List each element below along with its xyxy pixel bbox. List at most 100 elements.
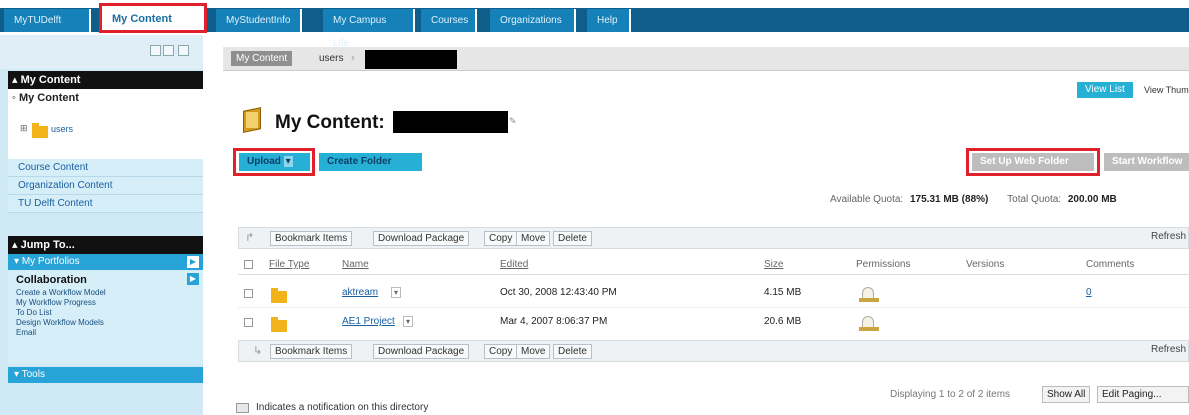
collab-link[interactable]: Design Workflow Models — [16, 318, 195, 328]
my-content-link[interactable]: ◦ My Content — [8, 89, 203, 107]
breadcrumb-separator: › — [351, 52, 355, 64]
jump-to-module: ▴ Jump To... ▾ My Portfolios ▶ Collaborat… — [8, 236, 203, 383]
upload-button[interactable]: Upload ▾ — [239, 153, 310, 171]
my-content-header: ▴ My Content — [8, 71, 203, 89]
upload-label: Upload — [247, 156, 281, 167]
column-edited[interactable]: Edited — [500, 255, 528, 275]
column-size[interactable]: Size — [764, 255, 783, 275]
tools-link[interactable]: ▾ Tools — [8, 367, 203, 383]
delete-button[interactable]: Delete — [553, 231, 592, 246]
breadcrumb-users[interactable]: users — [319, 51, 343, 66]
collaboration-header: Collaboration — [16, 274, 87, 286]
refresh-link[interactable]: Refresh — [1151, 344, 1186, 355]
options-menu-icon[interactable]: ▾ — [403, 316, 414, 327]
redacted-block — [393, 111, 508, 133]
folder-icon — [32, 123, 48, 138]
move-button[interactable]: Move — [516, 344, 551, 359]
tab-courses[interactable]: Courses — [421, 9, 477, 32]
my-portfolios-link[interactable]: ▾ My Portfolios ▶ — [8, 254, 203, 270]
total-quota-value: 200.00 MB — [1067, 194, 1117, 205]
view-list-button[interactable]: View List — [1077, 82, 1133, 98]
top-navigation: MyTUDelft MyStudentInfo My Campus Life C… — [0, 0, 1189, 49]
edit-paging-button[interactable]: Edit Paging... — [1097, 386, 1189, 403]
row-checkbox[interactable] — [244, 289, 253, 298]
show-all-button[interactable]: Show All — [1042, 386, 1091, 403]
tools-label: Tools — [21, 369, 45, 380]
available-quota-value: 175.31 MB (88%) — [909, 194, 989, 205]
column-name[interactable]: Name — [342, 255, 369, 275]
paging-status: Displaying 1 to 2 of 2 items — [890, 389, 1011, 400]
comments-count[interactable]: 0 — [1086, 282, 1092, 304]
select-all-checkbox[interactable] — [244, 260, 253, 269]
total-quota-label: Total Quota: — [1007, 194, 1062, 205]
users-folder-label: users — [51, 124, 74, 134]
tu-delft-content-link[interactable]: TU Delft Content — [8, 195, 203, 213]
set-up-web-folder-button[interactable]: Set Up Web Folder — [972, 153, 1094, 171]
jump-to-label: Jump To... — [20, 239, 75, 251]
my-content-link-label: My Content — [18, 92, 79, 104]
copy-button[interactable]: Copy — [484, 344, 518, 359]
jump-to-header: ▴ Jump To... — [8, 236, 203, 254]
column-comments: Comments — [1086, 259, 1135, 270]
row-checkbox[interactable] — [244, 318, 253, 327]
download-package-button[interactable]: Download Package — [373, 231, 470, 246]
tab-organizations[interactable]: Organizations — [490, 9, 576, 32]
my-content-module: ▴ My Content ◦ My Content ⊞ users — [8, 71, 203, 161]
column-file-type[interactable]: File Type — [269, 255, 309, 275]
bookmark-items-button[interactable]: Bookmark Items — [270, 231, 353, 246]
item-actions-toolbar-bottom: ↳ Bookmark Items Download Package Copy M… — [238, 340, 1189, 362]
tab-mytudelft[interactable]: MyTUDelft — [4, 9, 91, 32]
legend-text: Indicates a notification on this directo… — [256, 402, 429, 413]
collaboration-section: Collaboration ▶ Create a Workflow Model … — [8, 270, 203, 364]
permissions-icon[interactable] — [859, 287, 879, 302]
copy-button[interactable]: Copy — [484, 231, 518, 246]
collab-link[interactable]: Create a Workflow Model — [16, 288, 195, 298]
tab-help[interactable]: Help — [587, 9, 631, 32]
left-panel: ▴ My Content ◦ My Content ⊞ users Course… — [0, 35, 203, 415]
content-nav: Course Content Organization Content TU D… — [8, 159, 203, 213]
list-icon[interactable] — [163, 45, 174, 56]
collab-link[interactable]: My Workflow Progress — [16, 298, 195, 308]
redacted-block — [365, 50, 457, 69]
collab-link[interactable]: Email — [16, 328, 195, 338]
table-header: File Type Name Edited Size Permissions V… — [238, 255, 1189, 275]
breadcrumb-my-content[interactable]: My Content — [231, 51, 293, 66]
course-content-link[interactable]: Course Content — [8, 159, 203, 177]
view-thumbnails-link[interactable]: View Thumbnails — [1144, 82, 1189, 98]
quota-info: Available Quota: 175.31 MB (88%) Total Q… — [830, 194, 1117, 205]
delete-button[interactable]: Delete — [553, 344, 592, 359]
gear-icon[interactable] — [150, 45, 161, 56]
options-menu-icon[interactable]: ▾ — [391, 287, 402, 298]
organization-content-link[interactable]: Organization Content — [8, 177, 203, 195]
file-size: 4.15 MB — [764, 287, 802, 298]
arrow-right-icon[interactable]: ▶ — [187, 273, 199, 285]
arrow-right-icon[interactable]: ▶ — [187, 256, 199, 268]
column-permissions: Permissions — [856, 259, 911, 270]
edited-date: Mar 4, 2007 8:06:37 PM — [500, 316, 608, 327]
minimize-icon[interactable] — [178, 45, 189, 56]
bookmark-items-button[interactable]: Bookmark Items — [270, 344, 353, 359]
permissions-icon[interactable] — [859, 316, 879, 331]
start-workflow-button[interactable]: Start Workflow — [1104, 153, 1189, 171]
move-button[interactable]: Move — [516, 231, 551, 246]
file-name-link[interactable]: AE1 Project — [342, 311, 395, 333]
edit-icon[interactable]: ✎ — [509, 116, 517, 127]
table-row: AE1 Project ▾ Mar 4, 2007 8:06:37 PM 20.… — [238, 310, 1189, 337]
chevron-down-icon[interactable]: ▾ — [283, 156, 293, 167]
expand-icon[interactable]: ⊞ — [20, 123, 28, 134]
file-name-link[interactable]: aktream — [342, 282, 378, 304]
corner-arrow-icon: ↳ — [253, 345, 263, 357]
page-title: My Content: — [275, 112, 385, 133]
users-folder-item[interactable]: ⊞ users — [20, 123, 140, 139]
corner-arrow-icon: ↱ — [245, 232, 255, 244]
tab-mystudentinfo[interactable]: MyStudentInfo — [216, 9, 302, 32]
refresh-link[interactable]: Refresh — [1151, 231, 1186, 242]
tab-my-content[interactable]: My Content — [99, 3, 207, 33]
tab-my-campus-life[interactable]: My Campus Life — [323, 9, 415, 49]
my-portfolios-label: My Portfolios — [21, 256, 80, 267]
content-collection-icon — [240, 105, 266, 135]
collab-link[interactable]: To Do List — [16, 308, 195, 318]
create-folder-button[interactable]: Create Folder — [319, 153, 422, 171]
download-package-button[interactable]: Download Package — [373, 344, 470, 359]
folder-icon — [271, 288, 287, 303]
